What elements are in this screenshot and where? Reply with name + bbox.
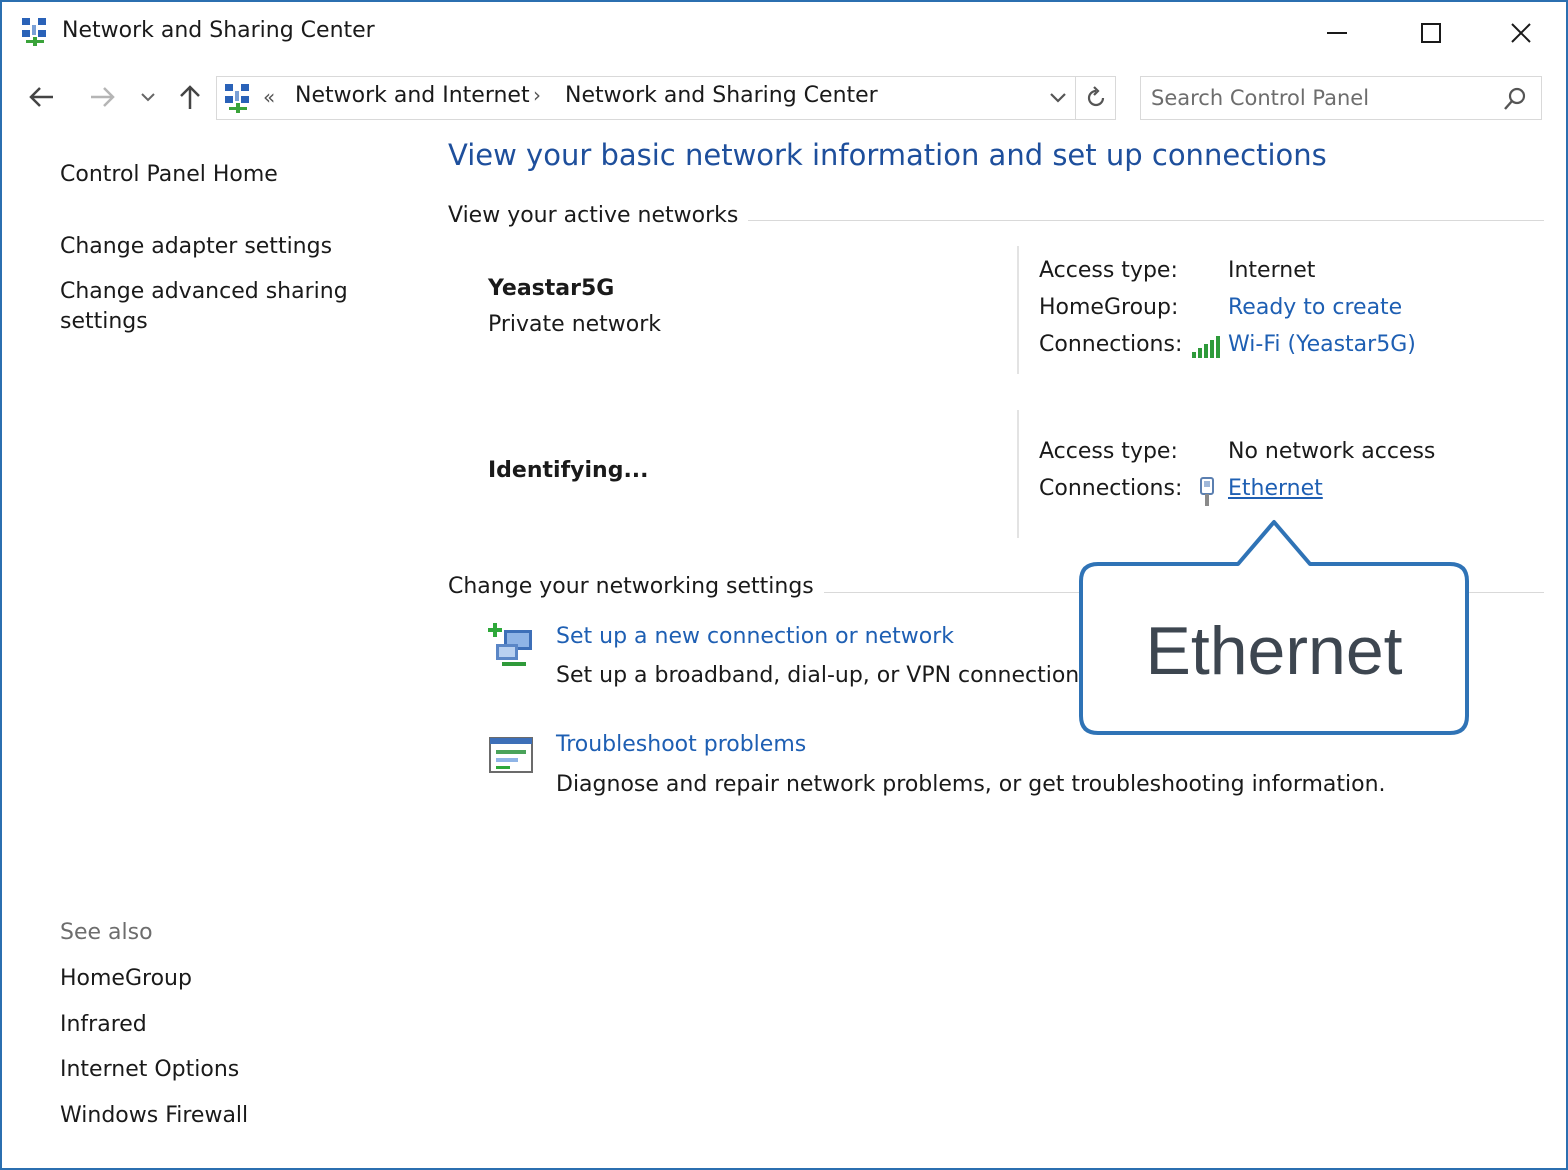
new-connection-icon[interactable]	[488, 622, 536, 670]
ethernet-connection-link[interactable]: Ethernet	[1228, 476, 1323, 501]
change-advanced-sharing-link[interactable]: Change advanced sharing settings	[60, 277, 380, 337]
troubleshoot-icon[interactable]	[488, 732, 536, 780]
network-name: Identifying...	[488, 458, 649, 483]
address-dropdown-button[interactable]	[1043, 83, 1073, 113]
chevron-down-icon	[1050, 93, 1066, 103]
control-panel-home-link[interactable]: Control Panel Home	[60, 160, 278, 190]
access-type-value: No network access	[1228, 439, 1436, 464]
access-type-label: Access type:	[1039, 258, 1178, 283]
homegroup-ready-link[interactable]: Ready to create	[1228, 295, 1402, 320]
arrow-right-icon	[91, 87, 115, 107]
window-title: Network and Sharing Center	[62, 18, 375, 43]
search-icon[interactable]	[1501, 85, 1529, 113]
forward-button[interactable]	[82, 72, 122, 122]
windows-firewall-link[interactable]: Windows Firewall	[60, 1101, 248, 1131]
ethernet-callout: Ethernet	[1078, 518, 1470, 736]
minimize-button[interactable]	[1292, 6, 1382, 60]
breadcrumb-network-sharing-center[interactable]: Network and Sharing Center	[565, 83, 878, 108]
breadcrumb-overflow[interactable]: «	[263, 85, 275, 109]
breadcrumb-separator[interactable]: ›	[533, 83, 541, 107]
left-pane: Control Panel Home Change adapter settin…	[2, 132, 422, 1162]
wifi-signal-icon	[1190, 334, 1224, 360]
address-divider	[1075, 77, 1076, 119]
networking-settings-heading: Change your networking settings	[448, 574, 824, 599]
search-box[interactable]	[1140, 76, 1542, 120]
recent-locations-button[interactable]	[136, 72, 160, 122]
see-also-heading: See also	[60, 920, 153, 945]
network-center-icon	[223, 81, 253, 115]
internet-options-link[interactable]: Internet Options	[60, 1055, 239, 1085]
section-divider	[732, 220, 1544, 221]
network-divider	[1017, 410, 1019, 538]
close-button[interactable]	[1476, 6, 1566, 60]
address-bar[interactable]: « Network and Internet › Network and Sha…	[216, 76, 1116, 120]
network-center-icon	[20, 16, 50, 48]
connections-label: Connections:	[1039, 476, 1183, 501]
title-bar: Network and Sharing Center	[2, 2, 1566, 64]
refresh-button[interactable]	[1081, 83, 1111, 113]
maximize-button[interactable]	[1386, 6, 1476, 60]
page-title: View your basic network information and …	[448, 138, 1327, 172]
ethernet-icon	[1196, 476, 1218, 508]
network-divider	[1017, 246, 1019, 374]
search-input[interactable]	[1151, 81, 1491, 115]
infrared-link[interactable]: Infrared	[60, 1010, 147, 1040]
troubleshoot-description: Diagnose and repair network problems, or…	[556, 772, 1386, 797]
callout-label: Ethernet	[1145, 613, 1403, 689]
up-button[interactable]	[170, 72, 210, 122]
network-category-link[interactable]: Private network	[488, 312, 661, 337]
connections-label: Connections:	[1039, 332, 1183, 357]
chevron-down-icon	[141, 93, 155, 102]
network-sharing-center-window: Network and Sharing Center « Network and…	[0, 0, 1568, 1170]
setup-connection-description: Set up a broadband, dial-up, or VPN conn…	[556, 663, 1086, 688]
access-type-value: Internet	[1228, 258, 1316, 283]
refresh-icon	[1087, 86, 1105, 107]
breadcrumb-network-and-internet[interactable]: Network and Internet	[295, 83, 530, 108]
arrow-up-icon	[180, 85, 200, 109]
change-adapter-settings-link[interactable]: Change adapter settings	[60, 232, 332, 262]
setup-connection-link[interactable]: Set up a new connection or network	[556, 624, 954, 649]
access-type-label: Access type:	[1039, 439, 1178, 464]
wifi-connection-link[interactable]: Wi-Fi (Yeastar5G)	[1228, 332, 1416, 357]
homegroup-label: HomeGroup:	[1039, 295, 1179, 320]
homegroup-link[interactable]: HomeGroup	[60, 964, 192, 994]
troubleshoot-link[interactable]: Troubleshoot problems	[556, 732, 806, 757]
network-name: Yeastar5G	[488, 276, 615, 301]
back-button[interactable]	[22, 72, 62, 122]
arrow-left-icon	[29, 87, 53, 107]
navigation-bar: « Network and Internet › Network and Sha…	[2, 72, 1566, 122]
active-networks-heading: View your active networks	[448, 203, 749, 228]
